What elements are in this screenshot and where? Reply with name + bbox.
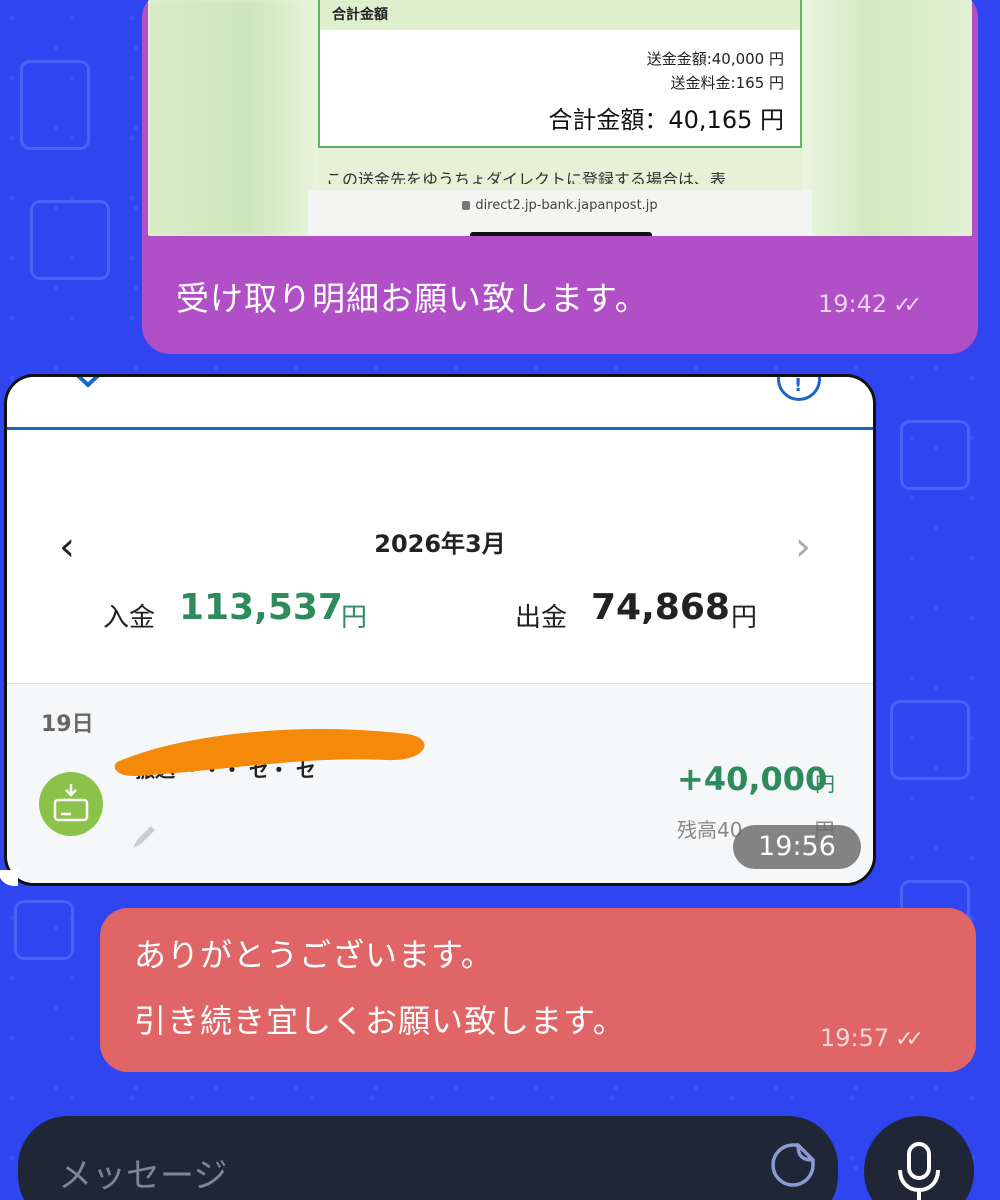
incoming-image-bubble[interactable]: ! ‹ 2026年3月 › 入金 113,537 円 出金 74,868 円 1… xyxy=(4,374,876,886)
url-line: direct2.jp-bank.japanpost.jp xyxy=(308,198,812,213)
browser-url-bar: direct2.jp-bank.japanpost.jp xyxy=(308,190,812,236)
double-check-icon: ✓✓ xyxy=(893,293,922,318)
message-text: 受け取り明細お願い致します。 xyxy=(176,279,649,318)
total-summary-box: 送金金額:40,000 円 送金料金:165 円 合計金額：40,165 円 xyxy=(318,30,802,148)
income-label: 入金 xyxy=(103,603,156,633)
url-text: direct2.jp-bank.japanpost.jp xyxy=(475,198,658,213)
message-meta: 19:57 ✓✓ xyxy=(820,1024,924,1052)
help-icon: ! xyxy=(777,377,821,401)
doodle-shape xyxy=(900,420,970,490)
deposit-icon xyxy=(39,772,103,836)
monthly-totals: 入金 113,537 円 出金 74,868 円 xyxy=(7,577,873,681)
message-input-placeholder: メッセージ xyxy=(58,1156,228,1196)
month-title: 2026年3月 xyxy=(374,530,506,558)
lock-icon xyxy=(462,201,471,210)
message-text-line: ありがとうございます。 xyxy=(134,936,494,974)
total-section-title: 合計金額 xyxy=(332,7,388,23)
sticker-icon[interactable] xyxy=(770,1142,816,1188)
doodle-shape xyxy=(14,900,74,960)
expense-label: 出金 xyxy=(515,603,568,633)
expense-value: 74,868 xyxy=(591,587,730,628)
month-selector: ‹ 2026年3月 › xyxy=(7,430,873,595)
remit-fee: 送金料金:165 円 xyxy=(670,74,784,92)
transaction-amount: +40,000 xyxy=(677,760,828,798)
cut-off-text: この送金先をゆうちょダイレクトに登録する場合は、表 xyxy=(318,172,802,184)
message-meta: 19:42 ✓✓ xyxy=(818,290,922,318)
double-check-icon: ✓✓ xyxy=(895,1027,924,1052)
app-header: ! xyxy=(7,377,873,429)
day-label: 19日 xyxy=(41,712,94,737)
message-time: 19:57 xyxy=(820,1024,890,1052)
expense-unit: 円 xyxy=(731,603,758,633)
doodle-shape xyxy=(30,200,110,280)
message-input[interactable]: メッセージ xyxy=(18,1116,838,1200)
edit-pencil-icon xyxy=(133,826,155,848)
message-time-pill: 19:56 xyxy=(733,825,861,869)
blurred-area xyxy=(148,0,318,236)
total-section-header: 合計金額 xyxy=(318,0,802,30)
doodle-shape xyxy=(20,60,90,150)
chevron-right-icon: › xyxy=(795,524,811,570)
doodle-shape xyxy=(890,700,970,780)
total-amount: 合計金額：40,165 円 xyxy=(548,106,784,134)
income-unit: 円 xyxy=(341,603,368,633)
outgoing-message-bubble[interactable]: ありがとうございます。 引き続き宜しくお願い致します。 19:57 ✓✓ xyxy=(100,908,976,1072)
attached-screenshot[interactable]: 合計金額 送金金額:40,000 円 送金料金:165 円 合計金額：40,16… xyxy=(148,0,972,236)
transaction-balance-text: 残高40 xyxy=(677,818,743,842)
close-icon xyxy=(76,377,100,388)
blurred-area xyxy=(802,0,972,236)
transaction-unit: 円 xyxy=(815,772,835,796)
microphone-icon xyxy=(898,1142,940,1200)
message-time: 19:42 xyxy=(818,290,888,318)
home-indicator xyxy=(470,232,652,236)
cut-off-text-content: この送金先をゆうちょダイレクトに登録する場合は、表 xyxy=(326,172,727,184)
message-text-line: 引き続き宜しくお願い致します。 xyxy=(134,1002,626,1040)
outgoing-message-bubble[interactable]: 合計金額 送金金額:40,000 円 送金料金:165 円 合計金額：40,16… xyxy=(142,0,978,354)
redaction-scribble xyxy=(114,729,425,777)
income-value: 113,537 xyxy=(179,587,343,628)
remit-amount: 送金金額:40,000 円 xyxy=(646,50,784,68)
